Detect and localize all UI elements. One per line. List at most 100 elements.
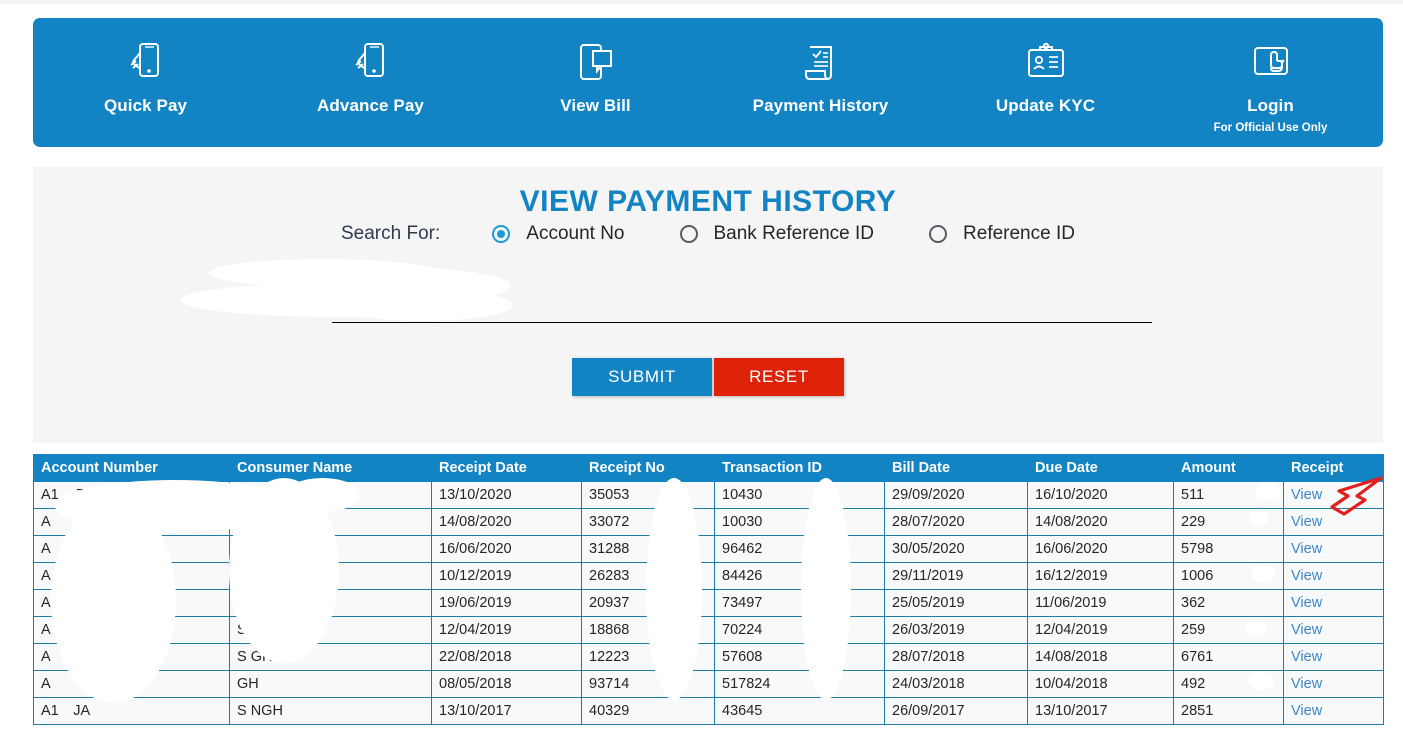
redaction-overlay (1255, 482, 1281, 500)
view-receipt-link[interactable]: View (1291, 568, 1322, 584)
nav-item-quick-pay[interactable]: Quick Pay (33, 18, 258, 114)
view-receipt-link[interactable]: View (1291, 622, 1322, 638)
cell-receipt-date: 12/04/2019 (431, 616, 582, 644)
cell-due-date: 14/08/2018 (1027, 643, 1174, 671)
form-actions: SUBMIT RESET (33, 358, 1383, 396)
view-receipt-link[interactable]: View (1291, 541, 1322, 557)
redaction-overlay (646, 478, 702, 700)
view-receipt-link[interactable]: View (1291, 514, 1322, 530)
cell-bill-date: 30/05/2020 (884, 535, 1028, 563)
table-row: AS GH12/04/2019188687022426/03/201912/04… (33, 616, 1384, 644)
cell-bill-date: 26/03/2019 (884, 616, 1028, 644)
radio-option-account-no[interactable]: Account No (492, 223, 625, 245)
redaction-overlay (1251, 564, 1275, 582)
cell-receipt: View (1283, 481, 1384, 509)
page-title: VIEW PAYMENT HISTORY (519, 185, 897, 218)
redaction-overlay (1249, 511, 1269, 525)
cell-receipt-date: 22/08/2018 (431, 643, 582, 671)
nav-item-view-bill[interactable]: View Bill (483, 18, 708, 114)
cell-bill-date: 28/07/2020 (884, 508, 1028, 536)
radio-option-bank-reference-id[interactable]: Bank Reference ID (679, 223, 874, 245)
hand-phone-tap-icon (352, 40, 390, 86)
table-row: A1 JA S NGH 13/10/2017 40329 43645 26/09/2017… (33, 697, 1384, 725)
table-head: Account Number Consumer Name Receipt Dat… (33, 454, 1384, 482)
radio-option-reference-id[interactable]: Reference ID (929, 223, 1075, 245)
search-panel: VIEW PAYMENT HISTORY Search For: Account… (33, 167, 1383, 443)
cell-receipt-no: 93714 (581, 670, 715, 698)
cell-bill-date: 29/11/2019 (884, 562, 1028, 590)
nav-label: Quick Pay (103, 96, 188, 115)
cell-amount: 259 (1173, 616, 1284, 644)
search-input[interactable] (332, 322, 1152, 323)
view-receipt-link[interactable]: View (1291, 649, 1322, 665)
cell-receipt-date: 16/06/2020 (431, 535, 582, 563)
phone-document-icon (575, 40, 617, 86)
radio-label: Reference ID (963, 223, 1075, 244)
cell-due-date: 11/06/2019 (1027, 589, 1174, 617)
nav-item-login[interactable]: Login For Official Use Only (1158, 18, 1383, 135)
column-header-amount[interactable]: Amount (1173, 454, 1284, 482)
cell-bill-date: 24/03/2018 (884, 670, 1028, 698)
column-header-bill-date[interactable]: Bill Date (884, 454, 1028, 482)
cell-receipt-date: 19/06/2019 (431, 589, 582, 617)
top-strip (0, 0, 1403, 4)
nav-label: Payment History (752, 96, 889, 115)
column-header-receipt[interactable]: Receipt (1283, 454, 1384, 482)
cell-consumer-name: S NGH (229, 697, 432, 725)
view-receipt-link[interactable]: View (1291, 595, 1322, 611)
cell-due-date: 16/10/2020 (1027, 481, 1174, 509)
redaction-overlay (801, 478, 851, 700)
cell-receipt-no: 35053 (581, 481, 715, 509)
cell-receipt-date: 14/08/2020 (431, 508, 582, 536)
submit-button[interactable]: SUBMIT (572, 358, 712, 396)
cell-receipt-date: 10/12/2019 (431, 562, 582, 590)
cell-receipt-date: 13/10/2017 (431, 697, 582, 725)
cell-consumer-name: GH (229, 670, 432, 698)
column-header-receipt-date[interactable]: Receipt Date (431, 454, 582, 482)
redaction-overlay (51, 498, 176, 703)
column-header-account-number[interactable]: Account Number (33, 454, 230, 482)
id-card-clipboard-icon (1025, 40, 1067, 86)
column-header-transaction-id[interactable]: Transaction ID (714, 454, 885, 482)
cell-bill-date: 28/07/2018 (884, 643, 1028, 671)
cell-transaction-id: 10430 (714, 481, 885, 509)
reset-button[interactable]: RESET (714, 358, 844, 396)
cell-receipt: View (1283, 535, 1384, 563)
column-header-due-date[interactable]: Due Date (1027, 454, 1174, 482)
radio-button-bank-reference-id[interactable] (679, 225, 698, 243)
main-navigation-bar: Quick Pay Advance Pay View Bill Payment … (33, 18, 1383, 147)
radio-button-account-no[interactable] (492, 225, 511, 243)
tablet-hand-click-icon (1249, 40, 1293, 86)
nav-sublabel-official-use: For Official Use Only (1213, 122, 1328, 134)
cell-transaction-id: 96462 (714, 535, 885, 563)
redaction-overlay (1245, 619, 1267, 635)
cell-transaction-id: 43645 (714, 697, 885, 725)
table-row: AS GH 22/08/2018 12223 57608 28/07/2018 14/08… (33, 643, 1384, 671)
view-receipt-link[interactable]: View (1291, 703, 1322, 719)
redaction-overlay (1248, 672, 1274, 690)
cell-receipt-date: 08/05/2018 (431, 670, 582, 698)
nav-item-advance-pay[interactable]: Advance Pay (258, 18, 483, 114)
cell-amount: 5798 (1173, 535, 1284, 563)
cell-receipt-date: 13/10/2020 (431, 481, 582, 509)
cell-due-date: 16/12/2019 (1027, 562, 1174, 590)
cell-receipt: View (1283, 508, 1384, 536)
cell-transaction-id: 517824 (714, 670, 885, 698)
nav-item-payment-history[interactable]: Payment History (708, 18, 933, 114)
redaction-overlay (285, 478, 360, 512)
cell-due-date: 10/04/2018 (1027, 670, 1174, 698)
search-for-label: Search For: (341, 223, 441, 244)
view-receipt-link[interactable]: View (1291, 676, 1322, 692)
cell-transaction-id: 70224 (714, 616, 885, 644)
cell-bill-date: 26/09/2017 (884, 697, 1028, 725)
cell-account-number: A1 JA (33, 697, 230, 725)
view-receipt-link[interactable]: View (1291, 487, 1322, 503)
search-options-row: Search For: Account No Bank Reference ID… (33, 223, 1383, 245)
nav-item-update-kyc[interactable]: Update KYC (933, 18, 1158, 114)
nav-label: View Bill (560, 96, 631, 115)
table-header-row: Account Number Consumer Name Receipt Dat… (33, 454, 1384, 482)
radio-button-reference-id[interactable] (929, 225, 948, 243)
column-header-receipt-no[interactable]: Receipt No (581, 454, 715, 482)
cell-transaction-id: 57608 (714, 643, 885, 671)
cell-amount: 6761 (1173, 643, 1284, 671)
